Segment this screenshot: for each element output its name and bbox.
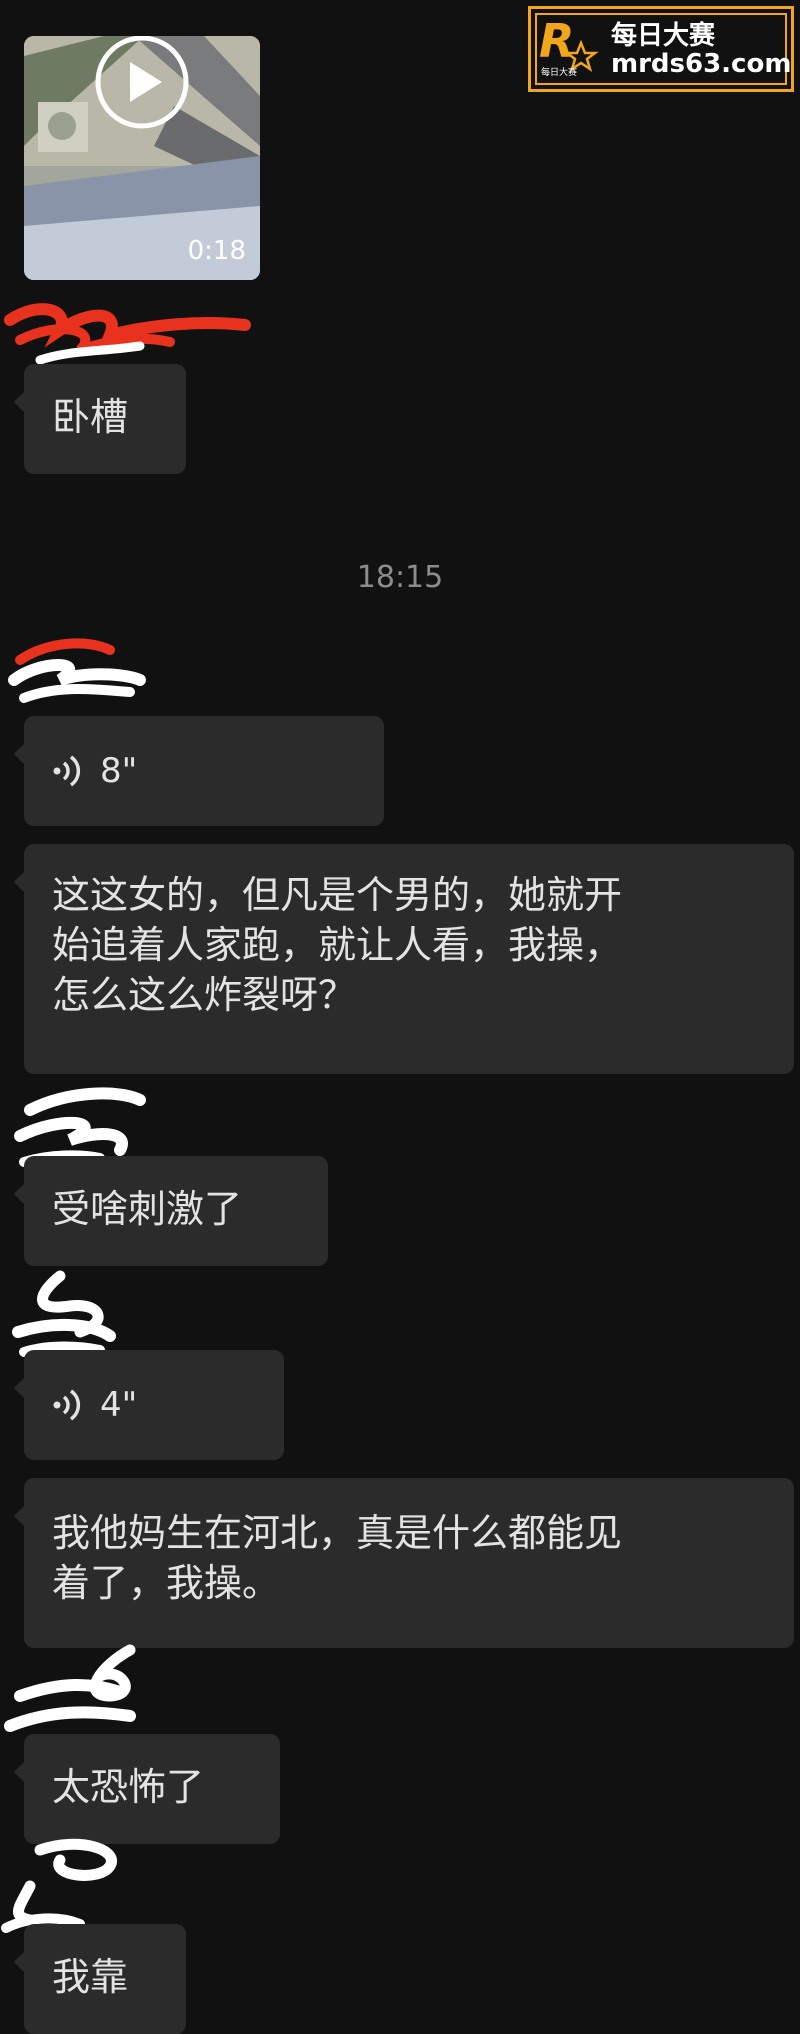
message-line: 怎么这么炸裂呀？ — [52, 973, 357, 1017]
watermark-title: 每日大赛 — [611, 21, 716, 51]
watermark-site: mrds63.com — [611, 49, 792, 79]
message-bubble[interactable]: 我他妈生在河北，真是什么都能见 着了，我操。 — [14, 1478, 794, 1648]
message-line: 我他妈生在河北，真是什么都能见 — [52, 1511, 623, 1555]
message-text: 我靠 — [52, 1955, 129, 1999]
message-bubble[interactable]: 卧槽 — [14, 364, 186, 474]
message-line: 这这女的，但凡是个男的，她就开 — [52, 873, 623, 917]
voice-message[interactable]: 8" — [14, 716, 384, 826]
message-text: 卧槽 — [52, 395, 129, 439]
voice-wave-icon — [53, 755, 81, 787]
redaction-scribble — [1, 1838, 117, 1933]
message-bubble[interactable]: 受啥刺激了 — [14, 1156, 328, 1266]
message-bubble[interactable]: 这这女的，但凡是个男的，她就开 始追着人家跑，就让人看，我操， 怎么这么炸裂呀？ — [14, 844, 794, 1074]
message-text: 我他妈生在河北，真是什么都能见 着了，我操。 — [24, 1478, 794, 1628]
video-message[interactable]: 0:18 — [24, 36, 260, 280]
message-text: 太恐怖了 — [52, 1765, 205, 1809]
voice-duration: 4" — [100, 1385, 138, 1425]
voice-wave-icon — [53, 1389, 81, 1421]
brand-mark-icon: R 每日大赛 — [539, 14, 599, 78]
watermark-logo: R 每日大赛 每日大赛 mrds63.com — [528, 6, 794, 92]
redaction-scribble — [8, 638, 146, 703]
message-line: 始追着人家跑，就让人看，我操， — [52, 923, 623, 967]
brand-mark-sub: 每日大赛 — [541, 66, 577, 78]
message-text: 这这女的，但凡是个男的，她就开 始追着人家跑，就让人看，我操， 怎么这么炸裂呀？ — [24, 844, 794, 1040]
voice-message[interactable]: 4" — [14, 1350, 284, 1460]
message-line: 着了，我操。 — [52, 1561, 281, 1605]
brand-mark-letter: R — [539, 14, 574, 68]
redaction-scribble — [4, 1644, 136, 1732]
timestamp: 18:15 — [356, 560, 444, 595]
message-bubble[interactable]: 太恐怖了 — [14, 1734, 280, 1844]
message-text: 受啥刺激了 — [52, 1187, 243, 1231]
redaction-scribble — [12, 1270, 116, 1357]
message-bubble[interactable]: 我靠 — [14, 1924, 186, 2034]
voice-duration: 8" — [100, 751, 138, 791]
video-duration: 0:18 — [187, 236, 246, 266]
